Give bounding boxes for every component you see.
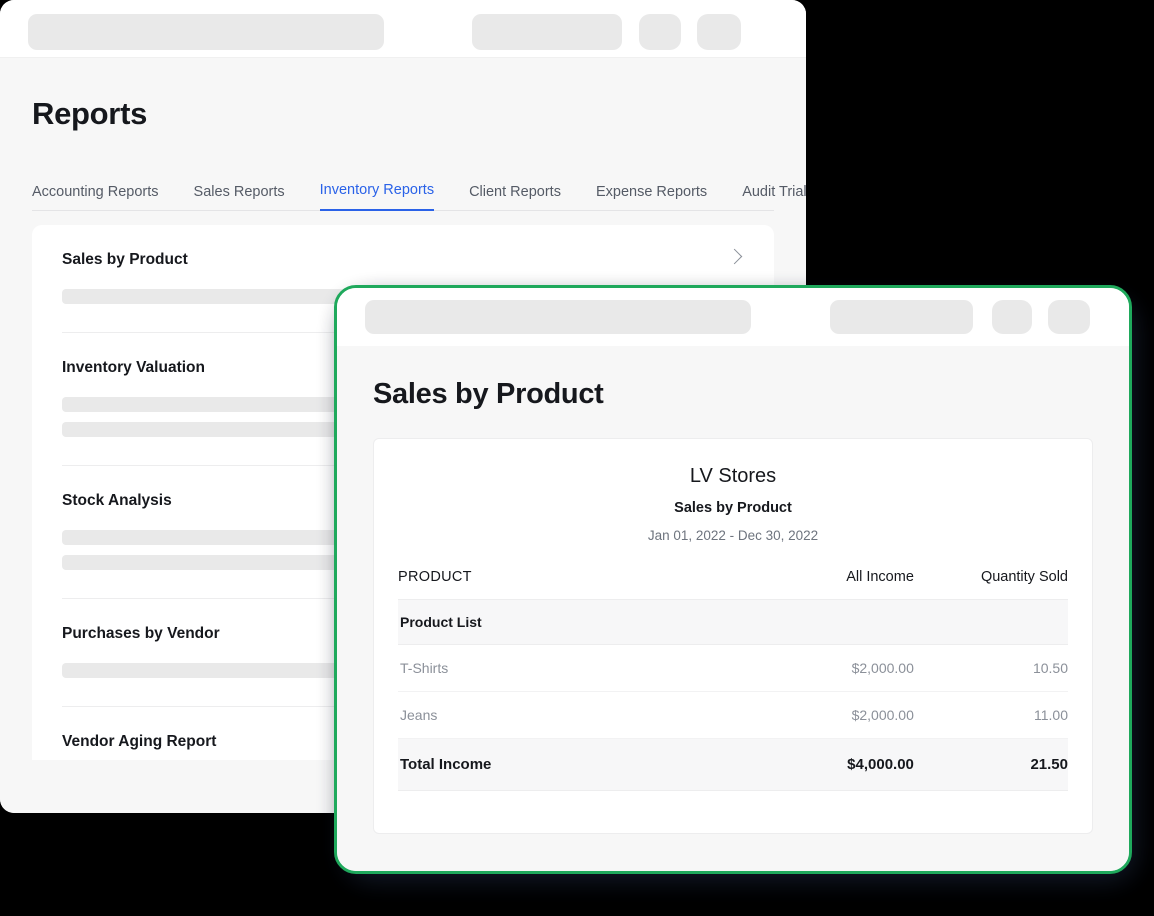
tab-client-reports[interactable]: Client Reports	[469, 184, 561, 211]
total-label: Total Income	[398, 738, 720, 791]
table-row[interactable]: T-Shirts $2,000.00 10.50	[398, 644, 1068, 692]
total-all-income: $4,000.00	[719, 738, 914, 791]
modal-titlebar	[337, 288, 1129, 346]
group-income-cell	[719, 599, 914, 645]
tab-accounting-reports[interactable]: Accounting Reports	[32, 184, 159, 211]
report-date-range: Jan 01, 2022 - Dec 30, 2022	[647, 528, 819, 543]
icon-placeholder-1[interactable]	[992, 300, 1032, 334]
group-quantity-cell	[913, 599, 1068, 645]
report-organization-name: LV Stores	[689, 465, 777, 487]
sales-by-product-table: PRODUCT All Income Quantity Sold Product…	[398, 569, 1068, 791]
modal-title: Sales by Product	[373, 378, 604, 410]
tab-inventory-reports[interactable]: Inventory Reports	[319, 182, 435, 211]
tab-audit-trial[interactable]: Audit Trial	[742, 184, 806, 211]
report-document-card: LV Stores Sales by Product Jan 01, 2022 …	[373, 438, 1093, 834]
cell-quantity-sold: 10.50	[913, 644, 1068, 692]
button-placeholder[interactable]	[472, 14, 622, 50]
column-header-product: PRODUCT	[398, 569, 472, 585]
table-row[interactable]: Jeans $2,000.00 11.00	[398, 691, 1068, 739]
search-bar-placeholder[interactable]	[365, 300, 751, 334]
modal-body: Sales by Product LV Stores Sales by Prod…	[337, 346, 1129, 871]
report-name: Sales by Product	[62, 251, 188, 268]
search-bar-placeholder[interactable]	[28, 14, 384, 50]
page-title: Reports	[32, 96, 148, 131]
total-quantity-sold: 21.50	[913, 738, 1068, 791]
tab-sales-reports[interactable]: Sales Reports	[194, 184, 285, 211]
cell-product: T-Shirts	[398, 644, 720, 692]
reports-tab-bar: Accounting Reports Sales Reports Invento…	[32, 172, 806, 211]
reports-window-titlebar	[0, 0, 806, 58]
cell-quantity-sold: 11.00	[913, 691, 1068, 739]
table-header-row: PRODUCT All Income Quantity Sold	[398, 569, 1068, 600]
cell-all-income: $2,000.00	[719, 691, 914, 739]
cell-all-income: $2,000.00	[719, 644, 914, 692]
sales-by-product-modal: Sales by Product LV Stores Sales by Prod…	[334, 285, 1132, 874]
screenshot-stage: Reports Accounting Reports Sales Reports…	[0, 0, 1154, 916]
group-label: Product List	[398, 599, 720, 645]
cell-product: Jeans	[398, 691, 720, 739]
icon-placeholder-1[interactable]	[639, 14, 681, 50]
tab-expense-reports[interactable]: Expense Reports	[596, 184, 707, 211]
button-placeholder[interactable]	[830, 300, 973, 334]
icon-placeholder-2[interactable]	[1048, 300, 1090, 334]
table-group-row: Product List	[398, 599, 1068, 645]
table-total-row: Total Income $4,000.00 21.50	[398, 738, 1068, 791]
column-header-all-income: All Income	[846, 569, 914, 585]
icon-placeholder-2[interactable]	[697, 14, 741, 50]
column-header-quantity-sold: Quantity Sold	[980, 569, 1068, 585]
report-subtitle: Sales by Product	[674, 500, 792, 516]
